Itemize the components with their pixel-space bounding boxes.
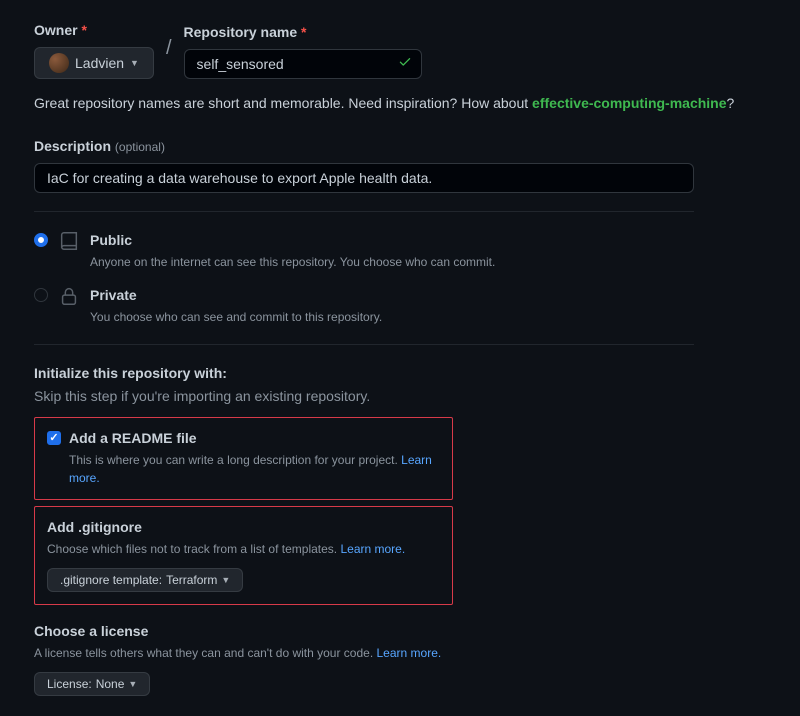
visibility-private-title: Private <box>90 285 382 306</box>
gitignore-sub: Choose which files not to track from a l… <box>47 540 440 558</box>
owner-label: Owner * <box>34 20 154 41</box>
license-learn-more-link[interactable]: Learn more. <box>377 646 442 660</box>
gitignore-title: Add .gitignore <box>47 517 440 538</box>
readme-label: Add a README file <box>69 428 197 449</box>
license-sub: A license tells others what they can and… <box>34 644 694 662</box>
visibility-public-sub: Anyone on the internet can see this repo… <box>90 253 495 271</box>
owner-name: Ladvien <box>75 55 124 71</box>
license-dropdown[interactable]: License: None ▼ <box>34 672 150 696</box>
repo-name-label: Repository name * <box>184 22 422 43</box>
license-title: Choose a license <box>34 621 694 642</box>
slash-separator: / <box>166 33 172 63</box>
repo-name-input[interactable] <box>184 49 422 79</box>
description-label: Description (optional) <box>34 136 766 157</box>
readme-sub: This is where you can write a long descr… <box>69 451 440 487</box>
avatar <box>49 53 69 73</box>
lock-icon <box>58 285 80 307</box>
divider <box>34 344 694 345</box>
check-icon <box>398 54 412 75</box>
gitignore-learn-more-link[interactable]: Learn more. <box>340 542 405 556</box>
visibility-public-radio[interactable] <box>34 233 48 247</box>
init-sub: Skip this step if you're importing an ex… <box>34 386 766 407</box>
chevron-down-icon: ▼ <box>128 679 137 689</box>
init-title: Initialize this repository with: <box>34 363 766 384</box>
description-input[interactable] <box>34 163 694 193</box>
readme-checkbox[interactable]: ✓ <box>47 431 61 445</box>
chevron-down-icon: ▼ <box>130 58 139 68</box>
gitignore-template-dropdown[interactable]: .gitignore template: Terraform ▼ <box>47 568 243 592</box>
name-hint: Great repository names are short and mem… <box>34 93 766 114</box>
chevron-down-icon: ▼ <box>221 575 230 585</box>
visibility-private-radio[interactable] <box>34 288 48 302</box>
name-suggestion-link[interactable]: effective-computing-machine <box>532 95 726 111</box>
gitignore-highlight: Add .gitignore Choose which files not to… <box>34 506 453 605</box>
visibility-private-sub: You choose who can see and commit to thi… <box>90 308 382 326</box>
visibility-public-title: Public <box>90 230 495 251</box>
readme-highlight: ✓ Add a README file This is where you ca… <box>34 417 453 500</box>
repo-icon <box>58 230 80 252</box>
owner-dropdown[interactable]: Ladvien ▼ <box>34 47 154 79</box>
divider <box>34 211 694 212</box>
